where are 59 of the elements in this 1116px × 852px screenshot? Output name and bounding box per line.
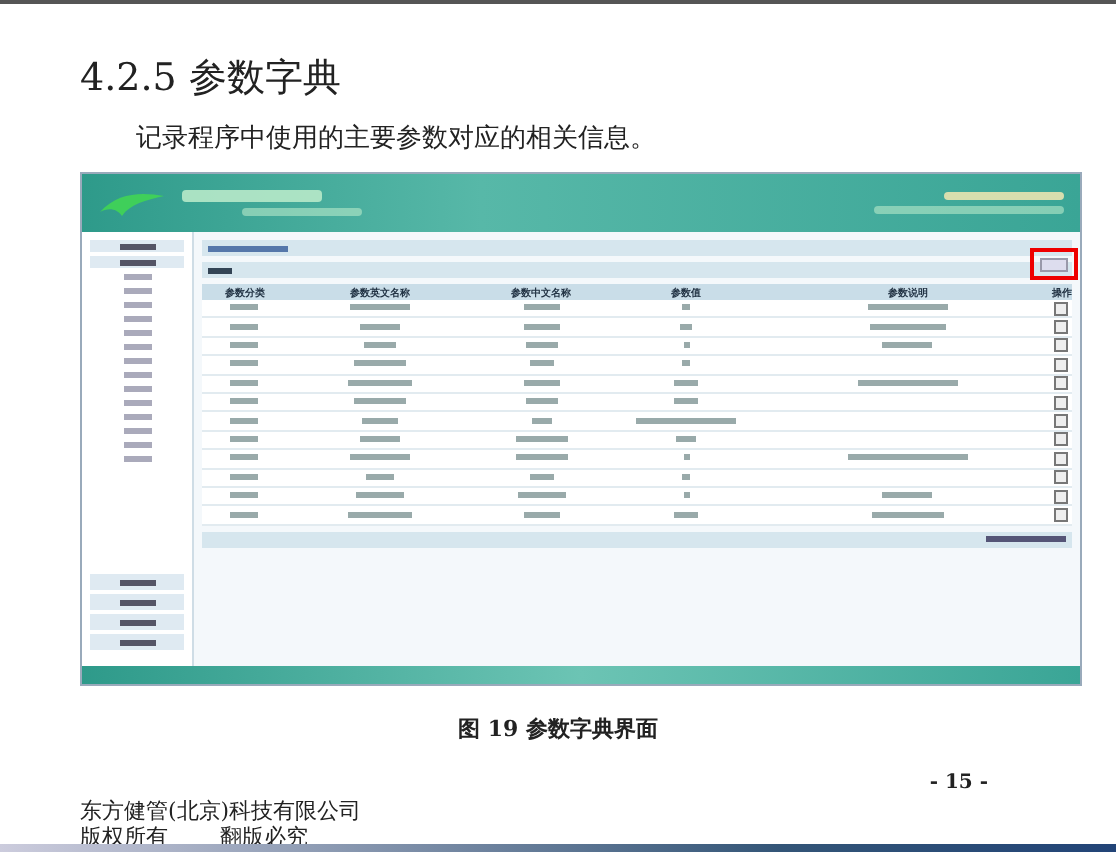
blurred-text — [230, 492, 259, 499]
blurred-text — [230, 436, 259, 443]
blurred-text — [871, 511, 944, 518]
blurred-text — [230, 511, 259, 518]
blurred-text — [636, 417, 737, 424]
blurred-text — [525, 342, 558, 349]
blurred-text — [350, 454, 411, 461]
blurred-text — [366, 473, 395, 480]
blurred-text — [517, 492, 566, 499]
blurred-text — [230, 398, 259, 405]
blurred-text — [362, 417, 399, 424]
blurred-text — [882, 492, 933, 499]
blurred-text — [230, 454, 259, 461]
blurred-text — [682, 360, 691, 367]
blurred-text — [523, 304, 560, 311]
blurred-text — [682, 473, 691, 480]
blurred-text — [360, 323, 401, 330]
blurred-text — [515, 436, 568, 443]
blurred-text — [230, 379, 259, 386]
paragraph: 记录程序中使用的主要参数对应的相关信息。 — [136, 124, 658, 156]
blurred-text — [869, 323, 946, 330]
blurred-text — [364, 342, 397, 349]
blurred-text — [529, 360, 554, 367]
blurred-text — [230, 323, 259, 330]
blurred-text — [515, 454, 568, 461]
blurred-text — [531, 417, 552, 424]
blurred-text — [676, 436, 697, 443]
blurred-text — [523, 323, 560, 330]
blurred-text — [230, 304, 259, 311]
blurred-text — [867, 304, 948, 311]
blurred-text — [523, 379, 560, 386]
company-name: 东方健管(北京)科技有限公司 — [80, 798, 364, 824]
blurred-text — [683, 342, 690, 349]
blurred-text — [350, 304, 411, 311]
blurred-text — [847, 454, 968, 461]
blurred-text — [360, 436, 401, 443]
page-number: - 15 - — [929, 772, 988, 794]
blurred-text — [683, 492, 690, 499]
figure-caption: 图 19 参数字典界面 — [458, 714, 658, 744]
blurred-text — [348, 379, 413, 386]
blurred-text — [682, 304, 691, 311]
blurred-text — [230, 473, 259, 480]
blurred-text — [683, 454, 690, 461]
blurred-text — [356, 492, 405, 499]
blurred-text — [230, 417, 259, 424]
blurred-text — [857, 379, 958, 386]
blurred-text — [354, 360, 407, 367]
section-heading: 4.2.5 参数字典 — [80, 54, 343, 102]
blurred-text — [230, 342, 259, 349]
blurred-text — [525, 398, 558, 405]
blurred-text — [354, 398, 407, 405]
blurred-text — [674, 398, 699, 405]
blurred-text — [674, 379, 699, 386]
blurred-text — [529, 473, 554, 480]
blurred-text — [674, 511, 699, 518]
blurred-text — [523, 511, 560, 518]
blurred-text — [348, 511, 413, 518]
blurred-text — [882, 342, 933, 349]
blurred-text — [230, 360, 259, 367]
